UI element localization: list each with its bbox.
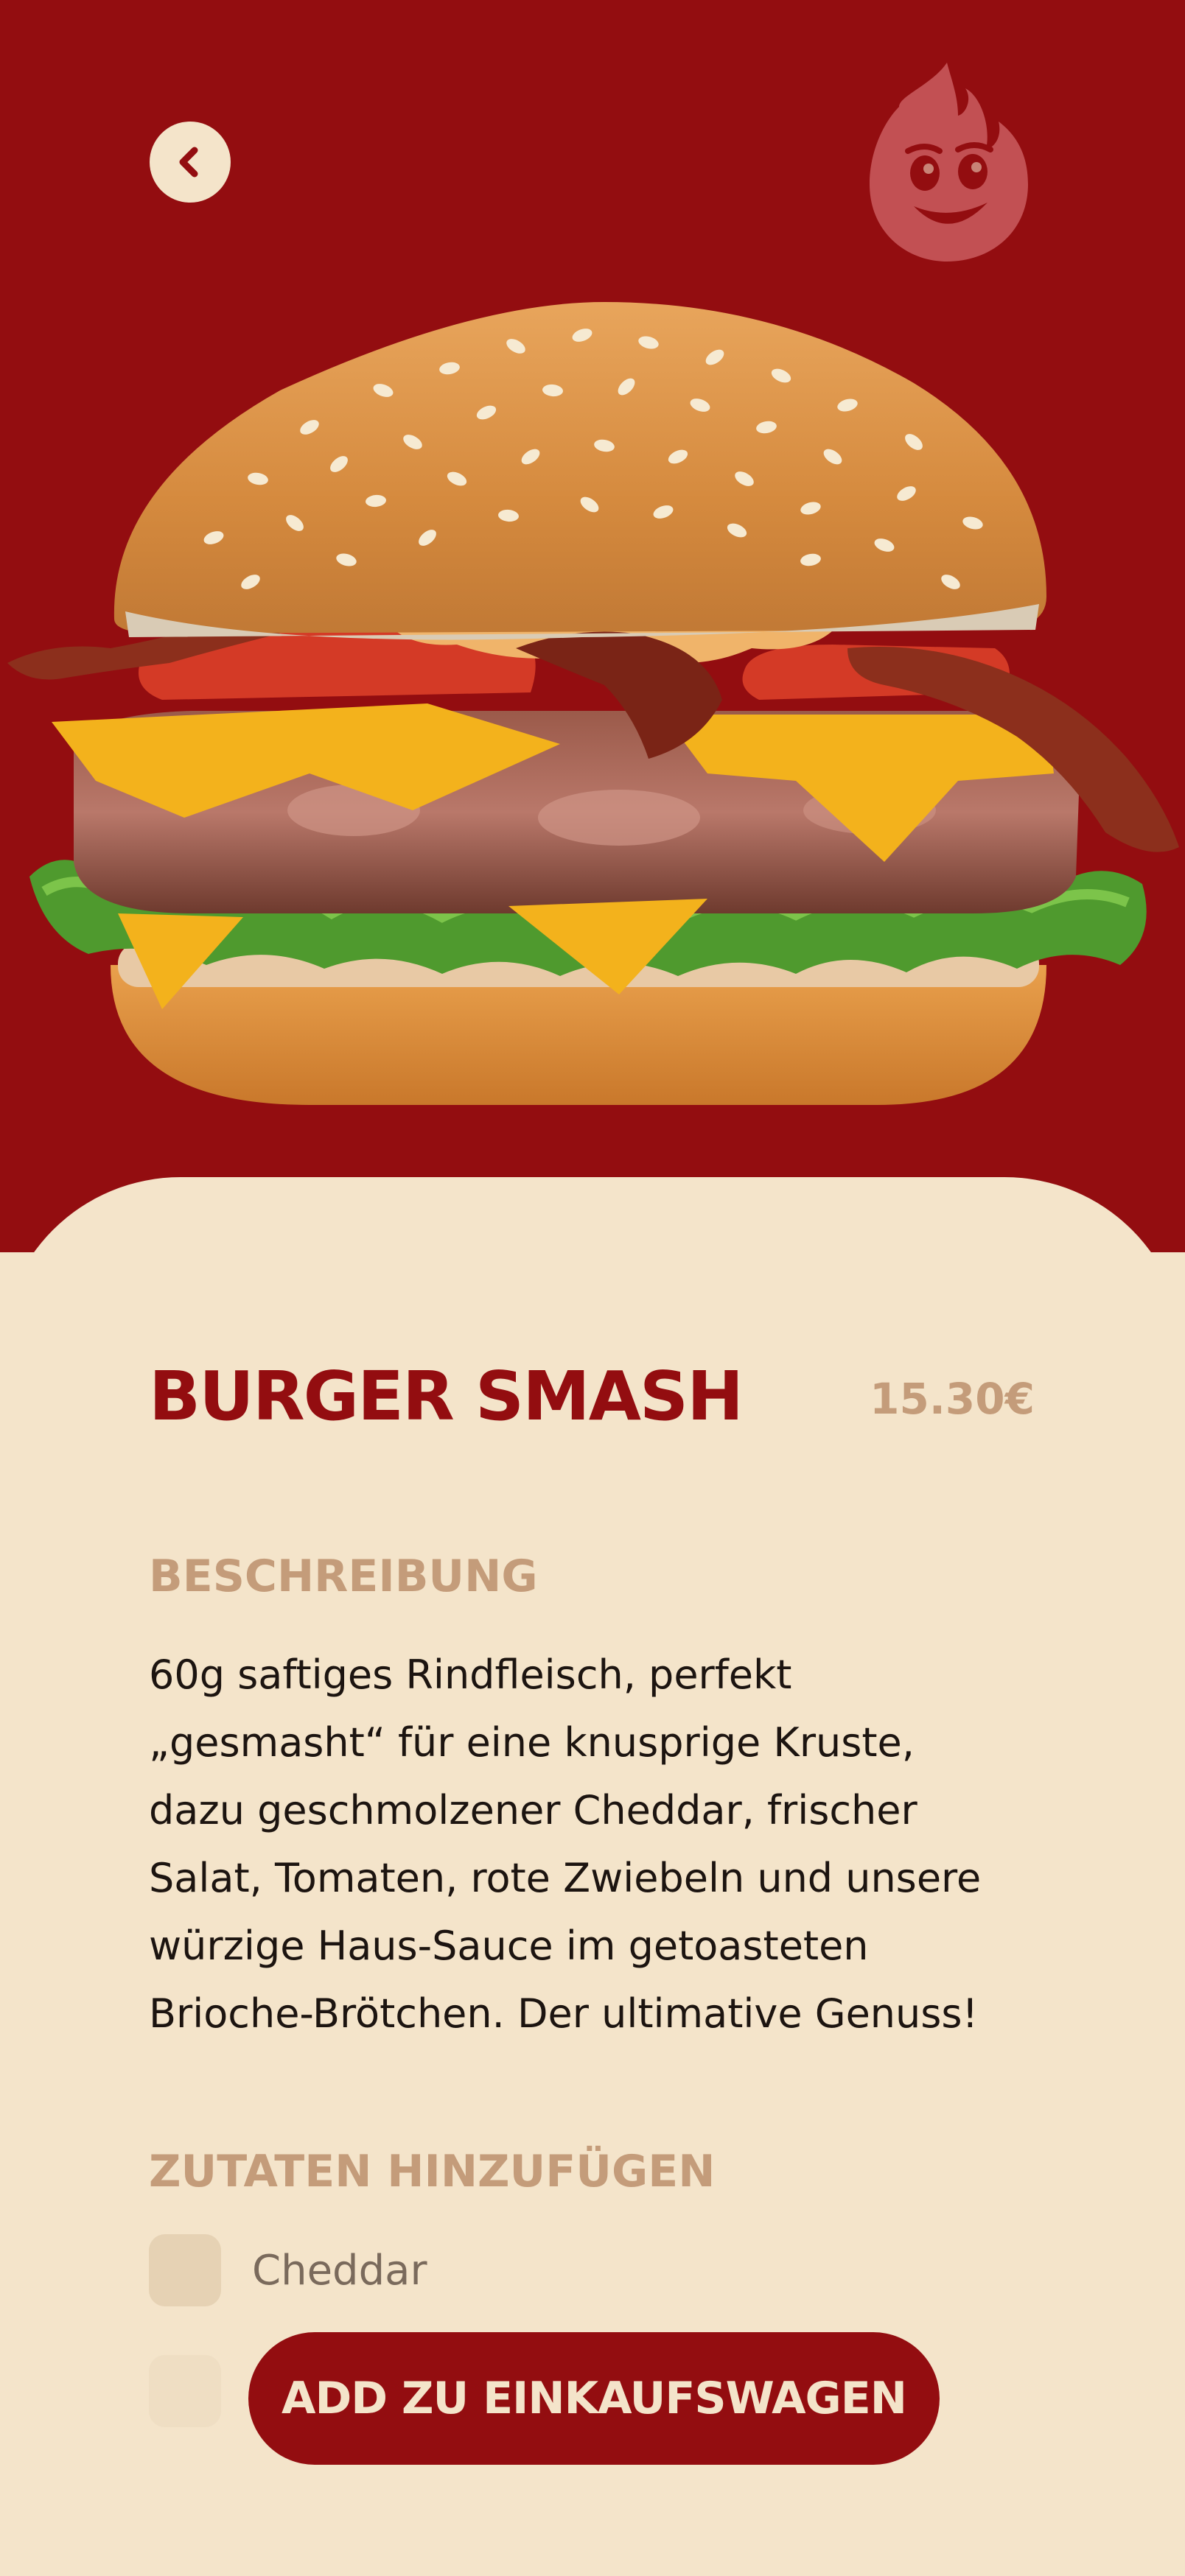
product-price: 15.30€	[870, 1374, 1035, 1424]
extra-option-partial[interactable]	[149, 2355, 221, 2427]
cheddar-checkbox[interactable]	[149, 2234, 221, 2306]
hero-section	[0, 0, 1185, 1252]
chevron-left-icon	[179, 147, 198, 178]
burger-image	[7, 302, 1179, 1105]
cheddar-label: Cheddar	[252, 2246, 427, 2295]
flame-mascot-icon	[870, 63, 1028, 262]
product-name: BURGER SMASH	[149, 1357, 744, 1436]
extras-heading: ZUTATEN HINZUFÜGEN	[149, 2146, 716, 2197]
extra-option-cheddar[interactable]: Cheddar	[149, 2234, 427, 2306]
partial-checkbox[interactable]	[149, 2355, 221, 2427]
description-text: 60g saftiges Rindfleisch, perfekt „gesma…	[149, 1652, 982, 2037]
description-heading: BESCHREIBUNG	[149, 1551, 538, 1602]
back-button[interactable]	[150, 122, 231, 203]
add-to-cart-button[interactable]: ADD ZU EINKAUFSWAGEN	[248, 2332, 940, 2465]
